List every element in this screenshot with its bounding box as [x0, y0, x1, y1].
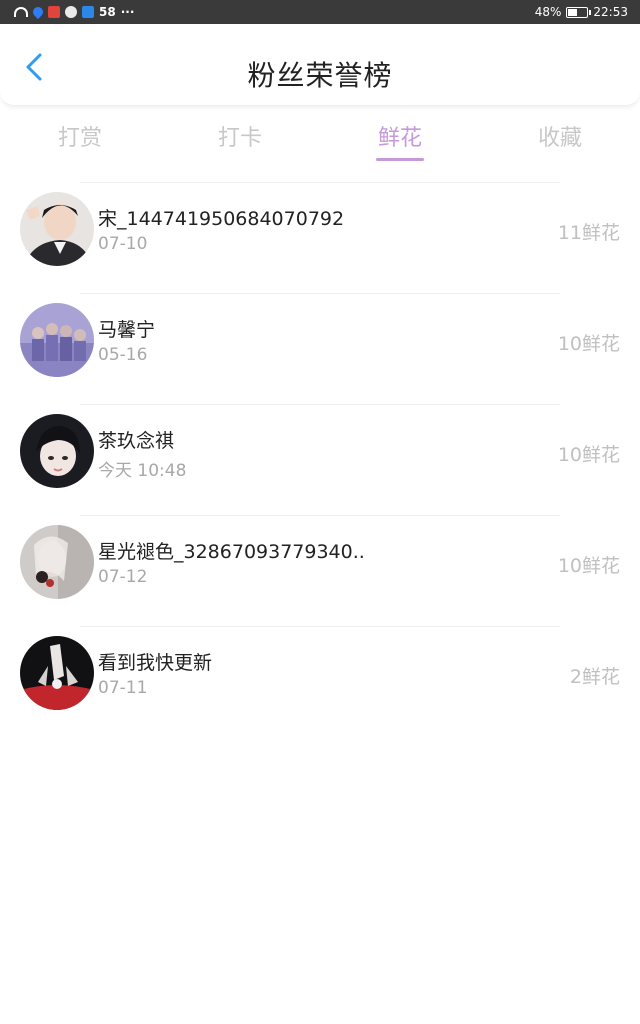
avatar[interactable] [20, 525, 94, 599]
avatar[interactable] [20, 192, 94, 266]
page-title: 粉丝荣誉榜 [247, 59, 393, 92]
header-bar: 粉丝荣誉榜 [0, 24, 640, 106]
list-item[interactable]: 茶玖念祺 今天 10:48 10鲜花 [0, 404, 640, 515]
fan-name: 茶玖念祺 [98, 430, 175, 452]
flower-count: 10鲜花 [557, 333, 620, 355]
divider [80, 515, 560, 516]
fan-date: 今天 10:48 [98, 461, 187, 481]
status-bar-right: 48% 22:53 [535, 5, 628, 19]
ball-app-icon [65, 6, 77, 18]
tab-checkin[interactable]: 打卡 [160, 112, 320, 168]
notification-count: 58 [99, 5, 116, 19]
fan-name: 看到我快更新 [98, 652, 213, 674]
wifi-icon [14, 7, 28, 17]
location-icon [30, 4, 46, 20]
fan-date: 05-16 [98, 345, 148, 365]
list-item[interactable]: 看到我快更新 07-11 2鲜花 [0, 626, 640, 737]
divider [80, 182, 560, 183]
tab-bar: 打赏 打卡 鲜花 收藏 [0, 112, 640, 168]
status-bar: 58 ··· 48% 22:53 [0, 0, 640, 24]
fan-date: 07-10 [98, 234, 148, 254]
flower-count: 10鲜花 [557, 444, 620, 466]
fan-ranking-list: 宋_144741950684070792 07-10 11鲜花 马馨宁 05-1… [0, 182, 640, 737]
tab-tip[interactable]: 打赏 [0, 112, 160, 168]
divider [80, 404, 560, 405]
flower-count: 11鲜花 [557, 222, 620, 244]
list-item[interactable]: 星光褪色_32867093779340.. 07-12 10鲜花 [0, 515, 640, 626]
list-item[interactable]: 马馨宁 05-16 10鲜花 [0, 293, 640, 404]
avatar[interactable] [20, 414, 94, 488]
tab-favorites[interactable]: 收藏 [480, 112, 640, 168]
fan-date: 07-12 [98, 567, 148, 587]
flower-count: 10鲜花 [557, 555, 620, 577]
divider [80, 293, 560, 294]
fan-name: 星光褪色_32867093779340.. [98, 541, 365, 563]
app-notification-blue-icon [82, 6, 94, 18]
app-notification-icon [48, 6, 60, 18]
avatar[interactable] [20, 636, 94, 710]
clock: 22:53 [593, 5, 628, 19]
status-bar-left: 58 ··· [14, 4, 135, 20]
avatar[interactable] [20, 303, 94, 377]
battery-icon [566, 6, 592, 18]
flower-count: 2鲜花 [569, 666, 620, 688]
tab-flowers[interactable]: 鲜花 [320, 112, 480, 168]
list-item[interactable]: 宋_144741950684070792 07-10 11鲜花 [0, 182, 640, 293]
fan-name: 宋_144741950684070792 [98, 208, 345, 230]
divider [80, 626, 560, 627]
fan-name: 马馨宁 [98, 319, 156, 341]
active-tab-indicator [376, 158, 424, 161]
fan-date: 07-11 [98, 678, 148, 698]
battery-percent: 48% [534, 5, 562, 19]
more-notifications-icon: ··· [120, 5, 135, 19]
